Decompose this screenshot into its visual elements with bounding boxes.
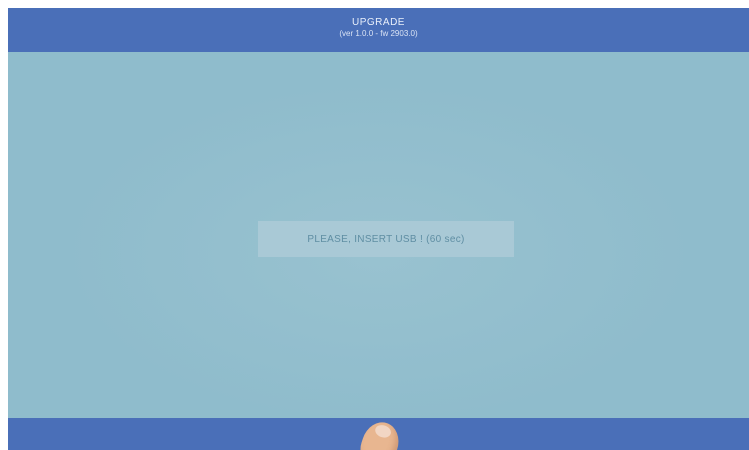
insert-usb-message: PLEASE, INSERT USB ! (60 sec) [258, 221, 514, 257]
version-subtitle: (ver 1.0.0 - fw 2903.0) [339, 29, 418, 38]
fingernail [373, 423, 393, 440]
main-area: PLEASE, INSERT USB ! (60 sec) [8, 52, 749, 418]
device-screen: UPGRADE (ver 1.0.0 - fw 2903.0) PLEASE, … [8, 8, 749, 450]
top-bar: UPGRADE (ver 1.0.0 - fw 2903.0) [8, 8, 749, 52]
message-text: PLEASE, INSERT USB ! (60 sec) [307, 233, 465, 245]
page-title: UPGRADE [352, 17, 405, 28]
